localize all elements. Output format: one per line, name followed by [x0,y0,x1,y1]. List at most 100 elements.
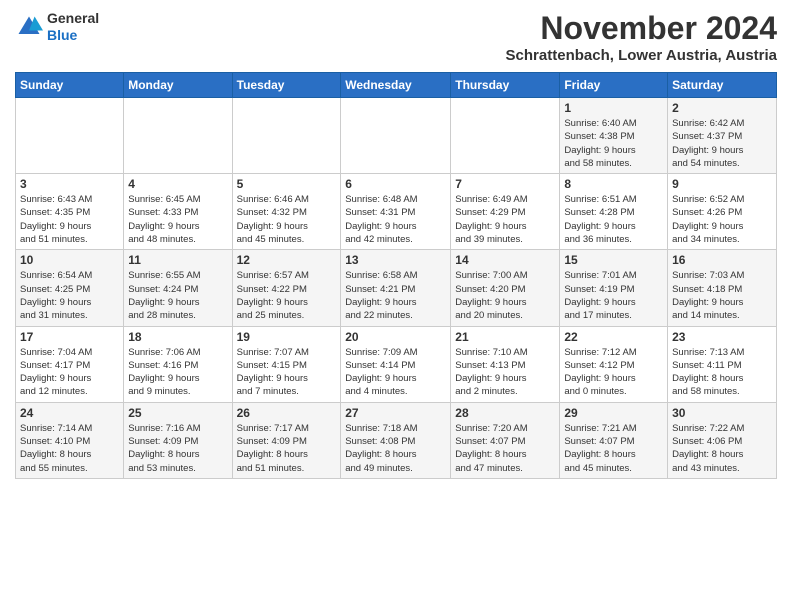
day-number: 28 [455,406,555,420]
day-cell: 20 Sunrise: 7:09 AM Sunset: 4:14 PM Dayli… [341,326,451,402]
day-number: 27 [345,406,446,420]
day-cell: 24 Sunrise: 7:14 AM Sunset: 4:10 PM Dayli… [16,402,124,478]
day-number: 9 [672,177,772,191]
weekday-header-monday: Monday [124,73,232,98]
day-cell: 15 Sunrise: 7:01 AM Sunset: 4:19 PM Dayli… [560,250,668,326]
weekday-header-row: SundayMondayTuesdayWednesdayThursdayFrid… [16,73,777,98]
week-row-2: 3 Sunrise: 6:43 AM Sunset: 4:35 PM Daylig… [16,174,777,250]
day-info: Sunrise: 6:45 AM Sunset: 4:33 PM Dayligh… [128,193,227,246]
day-info: Sunrise: 6:49 AM Sunset: 4:29 PM Dayligh… [455,193,555,246]
day-info: Sunrise: 6:55 AM Sunset: 4:24 PM Dayligh… [128,269,227,322]
day-cell: 8 Sunrise: 6:51 AM Sunset: 4:28 PM Daylig… [560,174,668,250]
day-number: 12 [237,253,337,267]
day-info: Sunrise: 6:43 AM Sunset: 4:35 PM Dayligh… [20,193,119,246]
day-cell: 28 Sunrise: 7:20 AM Sunset: 4:07 PM Dayli… [451,402,560,478]
day-cell: 3 Sunrise: 6:43 AM Sunset: 4:35 PM Daylig… [16,174,124,250]
day-number: 1 [564,101,663,115]
day-info: Sunrise: 7:01 AM Sunset: 4:19 PM Dayligh… [564,269,663,322]
weekday-header-saturday: Saturday [668,73,777,98]
day-number: 21 [455,330,555,344]
day-number: 24 [20,406,119,420]
day-number: 4 [128,177,227,191]
day-number: 17 [20,330,119,344]
day-info: Sunrise: 7:03 AM Sunset: 4:18 PM Dayligh… [672,269,772,322]
day-info: Sunrise: 6:54 AM Sunset: 4:25 PM Dayligh… [20,269,119,322]
day-cell: 4 Sunrise: 6:45 AM Sunset: 4:33 PM Daylig… [124,174,232,250]
day-number: 15 [564,253,663,267]
day-number: 18 [128,330,227,344]
day-cell: 7Sunrise: 6:49 AM Sunset: 4:29 PM Daylig… [451,174,560,250]
day-number: 5 [237,177,337,191]
weekday-header-tuesday: Tuesday [232,73,341,98]
logo-icon [15,13,43,41]
day-cell: 25 Sunrise: 7:16 AM Sunset: 4:09 PM Dayli… [124,402,232,478]
week-row-5: 24 Sunrise: 7:14 AM Sunset: 4:10 PM Dayli… [16,402,777,478]
day-cell: 5 Sunrise: 6:46 AM Sunset: 4:32 PM Daylig… [232,174,341,250]
day-cell [451,98,560,174]
day-cell: 10 Sunrise: 6:54 AM Sunset: 4:25 PM Dayli… [16,250,124,326]
day-cell [16,98,124,174]
logo-blue-text: Blue [47,27,99,44]
day-cell: 30 Sunrise: 7:22 AM Sunset: 4:06 PM Dayli… [668,402,777,478]
day-number: 23 [672,330,772,344]
day-info: Sunrise: 7:16 AM Sunset: 4:09 PM Dayligh… [128,422,227,475]
page-header: General Blue November 2024 Schrattenbach… [15,10,777,64]
day-info: Sunrise: 7:07 AM Sunset: 4:15 PM Dayligh… [237,346,337,399]
calendar-table: SundayMondayTuesdayWednesdayThursdayFrid… [15,72,777,479]
day-number: 26 [237,406,337,420]
day-number: 3 [20,177,119,191]
week-row-4: 17 Sunrise: 7:04 AM Sunset: 4:17 PM Dayli… [16,326,777,402]
day-number: 25 [128,406,227,420]
logo-general-text: General [47,10,99,27]
day-number: 29 [564,406,663,420]
day-cell: 9 Sunrise: 6:52 AM Sunset: 4:26 PM Daylig… [668,174,777,250]
day-number: 14 [455,253,555,267]
weekday-header-sunday: Sunday [16,73,124,98]
day-number: 19 [237,330,337,344]
day-info: Sunrise: 6:42 AM Sunset: 4:37 PM Dayligh… [672,117,772,170]
day-number: 8 [564,177,663,191]
day-cell: 27Sunrise: 7:18 AM Sunset: 4:08 PM Dayli… [341,402,451,478]
weekday-header-wednesday: Wednesday [341,73,451,98]
day-info: Sunrise: 7:04 AM Sunset: 4:17 PM Dayligh… [20,346,119,399]
day-info: Sunrise: 7:14 AM Sunset: 4:10 PM Dayligh… [20,422,119,475]
day-cell: 29Sunrise: 7:21 AM Sunset: 4:07 PM Dayli… [560,402,668,478]
day-cell [124,98,232,174]
day-number: 11 [128,253,227,267]
day-cell: 11 Sunrise: 6:55 AM Sunset: 4:24 PM Dayli… [124,250,232,326]
day-info: Sunrise: 6:52 AM Sunset: 4:26 PM Dayligh… [672,193,772,246]
day-info: Sunrise: 6:51 AM Sunset: 4:28 PM Dayligh… [564,193,663,246]
day-info: Sunrise: 7:12 AM Sunset: 4:12 PM Dayligh… [564,346,663,399]
day-info: Sunrise: 7:22 AM Sunset: 4:06 PM Dayligh… [672,422,772,475]
day-number: 30 [672,406,772,420]
location-text: Schrattenbach, Lower Austria, Austria [506,47,777,64]
day-info: Sunrise: 6:46 AM Sunset: 4:32 PM Dayligh… [237,193,337,246]
day-info: Sunrise: 6:40 AM Sunset: 4:38 PM Dayligh… [564,117,663,170]
day-number: 22 [564,330,663,344]
day-cell: 21 Sunrise: 7:10 AM Sunset: 4:13 PM Dayli… [451,326,560,402]
day-info: Sunrise: 7:00 AM Sunset: 4:20 PM Dayligh… [455,269,555,322]
day-cell [341,98,451,174]
day-info: Sunrise: 7:13 AM Sunset: 4:11 PM Dayligh… [672,346,772,399]
title-block: November 2024 Schrattenbach, Lower Austr… [506,10,777,64]
day-cell [232,98,341,174]
day-info: Sunrise: 7:09 AM Sunset: 4:14 PM Dayligh… [345,346,446,399]
day-info: Sunrise: 7:20 AM Sunset: 4:07 PM Dayligh… [455,422,555,475]
day-info: Sunrise: 7:10 AM Sunset: 4:13 PM Dayligh… [455,346,555,399]
day-number: 20 [345,330,446,344]
day-number: 10 [20,253,119,267]
week-row-3: 10 Sunrise: 6:54 AM Sunset: 4:25 PM Dayli… [16,250,777,326]
day-info: Sunrise: 7:17 AM Sunset: 4:09 PM Dayligh… [237,422,337,475]
day-cell: 23 Sunrise: 7:13 AM Sunset: 4:11 PM Dayli… [668,326,777,402]
day-cell: 14 Sunrise: 7:00 AM Sunset: 4:20 PM Dayli… [451,250,560,326]
day-cell: 13Sunrise: 6:58 AM Sunset: 4:21 PM Dayli… [341,250,451,326]
day-cell: 2 Sunrise: 6:42 AM Sunset: 4:37 PM Daylig… [668,98,777,174]
logo: General Blue [15,10,99,44]
day-cell: 16Sunrise: 7:03 AM Sunset: 4:18 PM Dayli… [668,250,777,326]
day-cell: 26 Sunrise: 7:17 AM Sunset: 4:09 PM Dayli… [232,402,341,478]
day-info: Sunrise: 7:06 AM Sunset: 4:16 PM Dayligh… [128,346,227,399]
day-cell: 1 Sunrise: 6:40 AM Sunset: 4:38 PM Daylig… [560,98,668,174]
weekday-header-friday: Friday [560,73,668,98]
day-number: 2 [672,101,772,115]
day-cell: 17 Sunrise: 7:04 AM Sunset: 4:17 PM Dayli… [16,326,124,402]
